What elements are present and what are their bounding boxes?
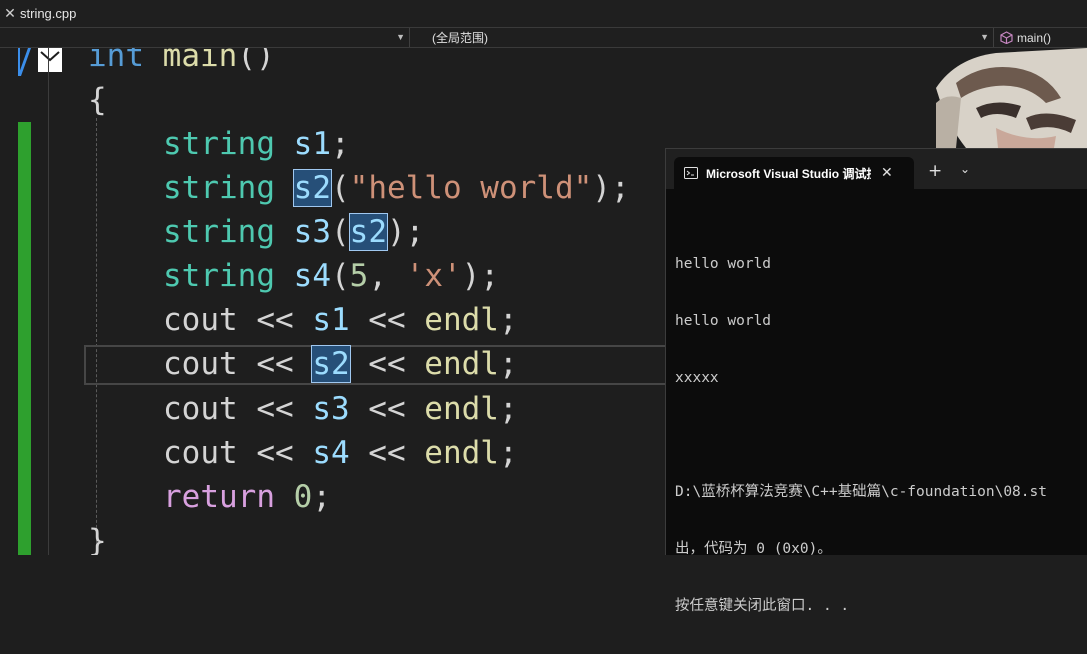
project-combo[interactable]: ▼	[0, 28, 410, 47]
code-line-open-brace: {	[88, 82, 107, 118]
indent-guide	[96, 118, 97, 548]
close-tab-icon[interactable]: ✕	[0, 6, 20, 22]
document-tab[interactable]: ✕ string.cpp	[0, 0, 86, 27]
scope-combo-value: (全局范围)	[432, 31, 488, 45]
console-tab[interactable]: Microsoft Visual Studio 调试控制台 ✕	[674, 157, 914, 189]
chevron-down-icon[interactable]: ▼	[980, 32, 989, 42]
new-tab-icon[interactable]: +	[928, 161, 942, 181]
console-line: 出，代码为 0 (0x0)。	[675, 541, 832, 557]
navigation-bar: ▼ (全局范围) ▼ main()	[0, 27, 1087, 48]
console-output: hello world hello world xxxxx D:\蓝桥杯算法竞赛…	[675, 217, 1047, 654]
reference-highlight: s2	[348, 213, 388, 251]
reference-highlight: s2	[311, 345, 351, 383]
code-line-5: cout << s1 << endl;	[163, 302, 518, 338]
member-combo-value: main()	[1017, 30, 1052, 45]
code-line-4: string s4(5, 'x');	[163, 258, 499, 294]
member-combo[interactable]: main()	[994, 28, 1087, 47]
document-tab-strip: ✕ string.cpp	[0, 0, 1087, 27]
terminal-icon	[684, 167, 698, 179]
console-line: hello world	[675, 256, 772, 272]
tab-file-name: string.cpp	[20, 6, 77, 21]
cube-icon	[1000, 31, 1013, 44]
code-line-signature: int main()	[88, 48, 275, 74]
console-line: xxxxx	[675, 370, 719, 386]
chevron-down-icon[interactable]: ⌄	[960, 162, 970, 176]
console-line: 按任意键关闭此窗口. . .	[675, 598, 850, 614]
reference-highlight: s2	[292, 169, 332, 207]
console-tab-title: Microsoft Visual Studio 调试控制台	[706, 166, 871, 181]
code-line-6: cout << s2 << endl;	[163, 345, 518, 383]
console-line: D:\蓝桥杯算法竞赛\C++基础篇\c-foundation\08.st	[675, 484, 1047, 500]
scope-combo[interactable]: (全局范围) ▼	[410, 28, 994, 47]
close-icon[interactable]: ✕	[881, 165, 893, 181]
code-line-1: string s1;	[163, 126, 350, 162]
console-title-bar: Microsoft Visual Studio 调试控制台 ✕ + ⌄	[666, 149, 1087, 189]
code-line-2: string s2("hello world");	[163, 169, 630, 207]
code-text: int main() { string s1; string s2("hello…	[0, 48, 630, 555]
code-line-3: string s3(s2);	[163, 213, 425, 251]
background-character-art	[936, 48, 1087, 148]
code-line-9: return 0;	[163, 479, 331, 515]
code-line-close-brace: }	[88, 523, 107, 555]
console-line: hello world	[675, 313, 772, 329]
debug-console-window[interactable]: Microsoft Visual Studio 调试控制台 ✕ + ⌄ hell…	[665, 148, 1087, 614]
chevron-down-icon[interactable]: ▼	[396, 32, 405, 42]
code-line-7: cout << s3 << endl;	[163, 391, 518, 427]
code-line-8: cout << s4 << endl;	[163, 435, 518, 471]
